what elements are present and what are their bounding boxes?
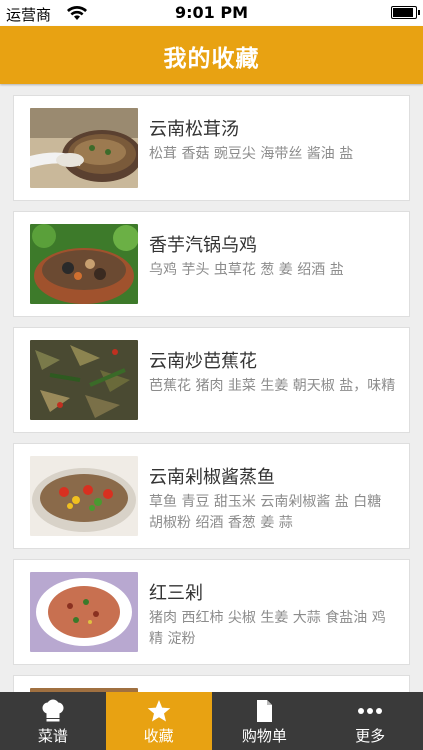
- recipe-ingredients: 猪肉 西红柿 尖椒 生姜 大蒜 食盐油 鸡精 淀粉: [149, 610, 386, 647]
- clock-time: 9:01 PM: [174, 3, 248, 22]
- tab-label: 收藏: [143, 727, 174, 745]
- document-icon: [257, 700, 273, 722]
- recipe-card[interactable]: 云南剁椒酱蒸鱼 草鱼 青豆 甜玉米 云南剁椒酱 盐 白糖 胡椒粉 绍酒 香葱 姜…: [13, 443, 410, 549]
- battery-icon: [391, 6, 420, 19]
- recipe-title: 香芋汽锅乌鸡: [149, 235, 257, 256]
- star-icon: [147, 700, 170, 722]
- recipe-title: 红三剁: [149, 583, 203, 604]
- recipe-card[interactable]: 香芋汽锅乌鸡 乌鸡 芋头 虫草花 葱 姜 绍酒 盐: [13, 211, 410, 317]
- navigation-bar: 我的收藏: [0, 26, 423, 84]
- battery-level: [393, 8, 413, 17]
- recipe-card[interactable]: [13, 675, 410, 692]
- recipe-ingredients: 芭蕉花 猪肉 韭菜 生姜 朝天椒 盐，味精: [149, 378, 396, 394]
- more-dots-icon: [358, 708, 383, 714]
- tab-more[interactable]: 更多: [317, 692, 423, 750]
- favorites-list[interactable]: 云南松茸汤 松茸 香菇 豌豆尖 海带丝 酱油 盐 香芋汽锅乌鸡 乌鸡 芋头 虫草…: [0, 84, 423, 692]
- tab-favorites[interactable]: 收藏: [105, 692, 212, 750]
- recipe-title: 云南剁椒酱蒸鱼: [149, 467, 275, 488]
- recipe-card[interactable]: 红三剁 猪肉 西红柿 尖椒 生姜 大蒜 食盐油 鸡精 淀粉: [13, 559, 410, 665]
- tab-label: 菜谱: [37, 727, 68, 745]
- recipe-photo-songrong-soup: [30, 108, 138, 188]
- chef-hat-icon: [42, 699, 64, 722]
- tab-label: 更多: [355, 727, 386, 745]
- tab-recipes[interactable]: 菜谱: [0, 692, 106, 750]
- recipe-card[interactable]: 云南松茸汤 松茸 香菇 豌豆尖 海带丝 酱油 盐: [13, 95, 410, 201]
- recipe-ingredients: 松茸 香菇 豌豆尖 海带丝 酱油 盐: [149, 146, 354, 162]
- tab-shopping-list[interactable]: 购物单: [212, 692, 318, 750]
- recipe-photo-hong-san-duo: [30, 572, 138, 652]
- recipe-photo-taro-chicken: [30, 224, 138, 304]
- status-bar: 运营商 9:01 PM: [0, 0, 423, 26]
- recipe-title: 云南炒芭蕉花: [149, 351, 257, 372]
- recipe-ingredients: 乌鸡 芋头 虫草花 葱 姜 绍酒 盐: [149, 262, 344, 278]
- recipe-title: 云南松茸汤: [149, 119, 239, 140]
- recipe-card[interactable]: 云南炒芭蕉花 芭蕉花 猪肉 韭菜 生姜 朝天椒 盐，味精: [13, 327, 410, 433]
- recipe-ingredients: 草鱼 青豆 甜玉米 云南剁椒酱 盐 白糖 胡椒粉 绍酒 香葱 姜 蒜: [149, 494, 382, 531]
- recipe-photo-banana-flower: [30, 340, 138, 420]
- recipe-photo-steamed-fish: [30, 456, 138, 536]
- tab-label: 购物单: [241, 727, 287, 745]
- page-title: 我的收藏: [163, 46, 260, 72]
- tab-bar: 菜谱 收藏 购物单 更多: [0, 692, 423, 750]
